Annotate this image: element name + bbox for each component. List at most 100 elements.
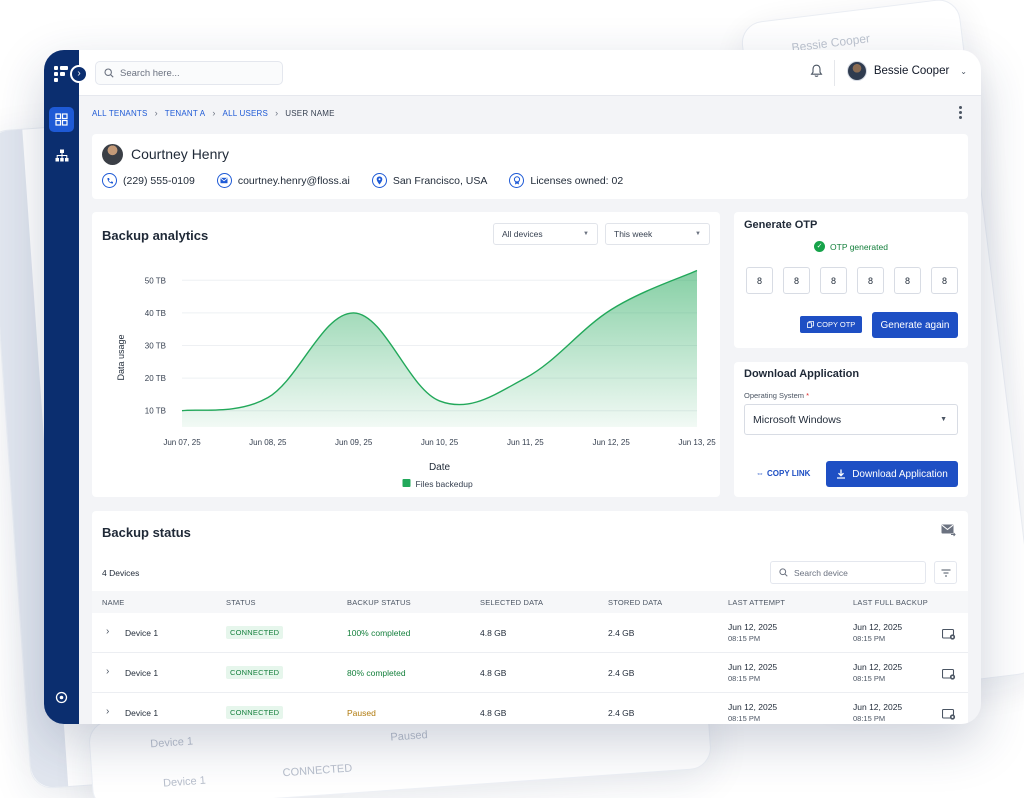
column-header[interactable]: STATUS [226, 598, 256, 607]
backup-status-text: 100% completed [347, 628, 411, 638]
sidebar-item-dashboard[interactable] [49, 107, 74, 132]
column-header[interactable]: BACKUP STATUS [347, 598, 411, 607]
download-application-button[interactable]: Download Application [826, 461, 958, 487]
email-text: courtney.henry@floss.ai [237, 174, 350, 187]
table-row[interactable]: › Device 1 CONNECTED 80% completed 4.8 G… [92, 653, 968, 693]
column-header[interactable]: STORED DATA [608, 598, 662, 607]
search-icon [104, 68, 114, 78]
last-full-date: Jun 12, 2025 [853, 622, 903, 632]
device-filter-select[interactable]: All devices ▼ [493, 223, 598, 245]
status-badge: CONNECTED [226, 626, 284, 639]
device-filter-value: All devices [502, 229, 543, 239]
device-settings-icon [941, 708, 956, 720]
column-header[interactable]: LAST FULL BACKUP [853, 598, 928, 607]
selected-data: 4.8 GB [480, 708, 507, 718]
column-header[interactable]: LAST ATTEMPT [728, 598, 785, 607]
stage: Bessie Cooper Device 1 Device 1 CONNECTE… [0, 0, 1024, 798]
otp-digit: 8 [857, 267, 884, 294]
sidebar-item-hierarchy[interactable] [49, 143, 74, 168]
email-report-button[interactable] [941, 524, 956, 542]
x-axis-label: Date [429, 462, 451, 473]
device-count: 4 Devices [102, 568, 140, 578]
device-settings-button[interactable] [941, 627, 956, 645]
download-icon [837, 469, 846, 479]
stored-data: 2.4 GB [608, 628, 635, 638]
backup-status-title: Backup status [102, 525, 191, 540]
device-search-input[interactable]: Search device [770, 561, 926, 584]
breadcrumb-all-users[interactable]: ALL USERS [223, 109, 269, 118]
global-search-input[interactable]: Search here... [95, 61, 283, 85]
copy-icon [806, 321, 814, 328]
selected-data: 4.8 GB [480, 628, 507, 638]
user-name: Bessie Cooper [873, 65, 950, 77]
link-icon: ⇔ [756, 469, 764, 478]
y-tick-label: 30 TB [145, 342, 166, 351]
device-name: Device 1 [125, 668, 159, 678]
column-header[interactable]: SELECTED DATA [480, 598, 543, 607]
copy-otp-button[interactable]: COPY OTP [800, 316, 862, 333]
generate-otp-card: Generate OTP ✓ OTP generated 8 8 8 8 8 8… [734, 212, 968, 348]
search-icon [779, 568, 788, 577]
period-filter-select[interactable]: This week ▼ [605, 223, 710, 245]
sidebar-item-support[interactable] [49, 685, 74, 710]
profile-avatar [102, 144, 123, 165]
breadcrumb-all-tenants[interactable]: ALL TENANTS [92, 109, 148, 118]
last-attempt-date: Jun 12, 2025 [728, 622, 778, 632]
x-tick-label: Jun 11, 25 [507, 438, 544, 447]
expand-row-icon[interactable]: › [106, 626, 109, 637]
last-attempt: Jun 12, 2025 08:15 PM [728, 661, 777, 685]
more-options-button[interactable] [959, 106, 963, 119]
location-pin-icon [371, 173, 387, 188]
last-full-time: 08:15 PM [853, 714, 886, 723]
phone-text: (229) 555-0109 [123, 174, 195, 187]
sidebar [44, 50, 79, 724]
filter-button[interactable] [934, 561, 957, 584]
x-tick-label: Jun 09, 25 [335, 438, 373, 447]
expand-row-icon[interactable]: › [106, 666, 109, 677]
x-tick-label: Jun 13, 25 [678, 438, 716, 447]
table-row[interactable]: › Device 1 CONNECTED 100% completed 4.8 … [92, 613, 968, 653]
x-tick-label: Jun 12, 25 [592, 438, 630, 447]
sidebar-collapse-button[interactable]: › [70, 65, 88, 83]
dashboard-icon [55, 113, 68, 126]
otp-status: ✓ OTP generated [734, 241, 968, 252]
generate-again-button[interactable]: Generate again [872, 312, 958, 338]
y-tick-label: 40 TB [145, 309, 166, 318]
top-bar: Search here... Bessie Cooper ⌄ [79, 50, 981, 96]
device-name: Device 1 [125, 708, 159, 718]
chevron-down-icon: ⌄ [960, 66, 967, 76]
os-field-label: Operating System * [744, 391, 809, 400]
y-tick-label: 10 TB [145, 407, 166, 416]
email-icon [216, 173, 232, 188]
contact-location: San Francisco, USA [371, 173, 488, 188]
last-full-time: 08:15 PM [853, 674, 886, 683]
otp-status-text: OTP generated [830, 241, 888, 252]
chevron-right-icon: › [154, 108, 158, 118]
location-text: San Francisco, USA [392, 174, 488, 187]
os-select[interactable]: Microsoft Windows ▼ [744, 404, 958, 435]
chevron-right-icon: › [212, 108, 216, 118]
copy-link-button[interactable]: ⇔ COPY LINK [756, 469, 810, 478]
ghost-device-label: Device 1 [162, 774, 207, 790]
column-header[interactable]: NAME [102, 598, 124, 607]
breadcrumb-tenant[interactable]: TENANT A [165, 109, 206, 118]
expand-row-icon[interactable]: › [106, 706, 109, 717]
last-full-backup: Jun 12, 2025 08:15 PM [853, 701, 902, 724]
otp-digit-boxes: 8 8 8 8 8 8 [746, 267, 958, 294]
last-attempt-date: Jun 12, 2025 [728, 662, 778, 672]
y-axis-label: Data usage [116, 334, 126, 380]
backup-analytics-chart: 10 TB 20 TB 30 TB 40 TB 50 TB Jun 07, 25 Jun 0… [116, 269, 716, 489]
table-row[interactable]: › Device 1 CONNECTED Paused 4.8 GB 2.4 G… [92, 693, 968, 724]
notifications-button[interactable] [810, 64, 823, 83]
ghost-device-label: Device 1 [149, 735, 194, 751]
breadcrumb: ALL TENANTS › TENANT A › ALL USERS › USE… [92, 108, 335, 118]
otp-digit: 8 [746, 267, 773, 294]
phone-icon [102, 173, 117, 188]
user-menu[interactable]: Bessie Cooper ⌄ [846, 61, 967, 81]
device-settings-button[interactable] [941, 707, 956, 724]
dropdown-arrow-icon: ▼ [583, 231, 589, 237]
avatar [846, 61, 867, 81]
stored-data: 2.4 GB [608, 668, 635, 678]
device-settings-icon [941, 628, 956, 640]
device-settings-button[interactable] [941, 667, 956, 685]
